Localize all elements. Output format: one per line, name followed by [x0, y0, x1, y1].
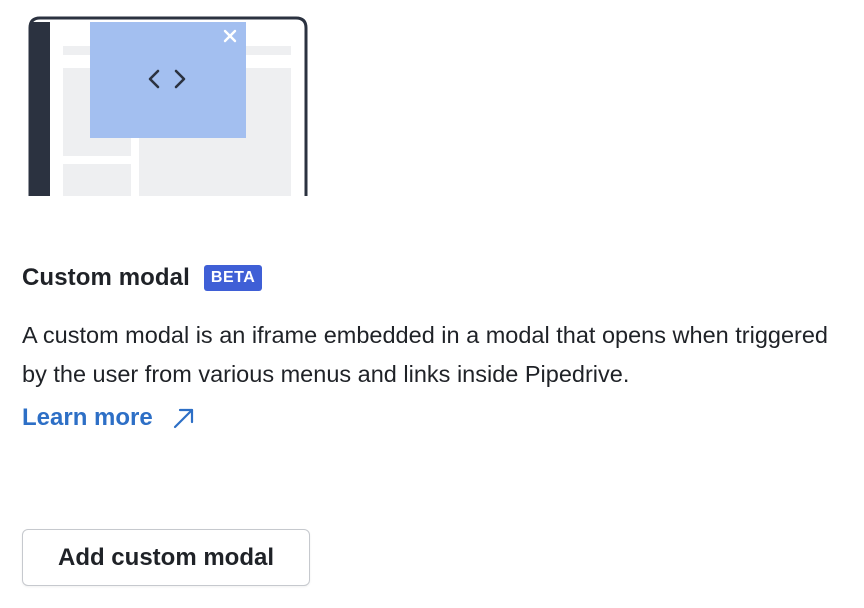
custom-modal-card: Custom modal BETA A custom modal is an i… [0, 0, 864, 608]
page-title: Custom modal [22, 264, 190, 291]
custom-modal-illustration [28, 16, 310, 196]
description-text: A custom modal is an iframe embedded in … [22, 322, 828, 387]
learn-more-link[interactable]: Learn more [22, 404, 197, 432]
arrow-up-right-icon [171, 405, 197, 431]
add-custom-modal-button[interactable]: Add custom modal [22, 529, 310, 586]
title-row: Custom modal BETA [22, 264, 263, 292]
beta-badge: BETA [203, 265, 263, 291]
learn-more-label: Learn more [22, 404, 153, 431]
